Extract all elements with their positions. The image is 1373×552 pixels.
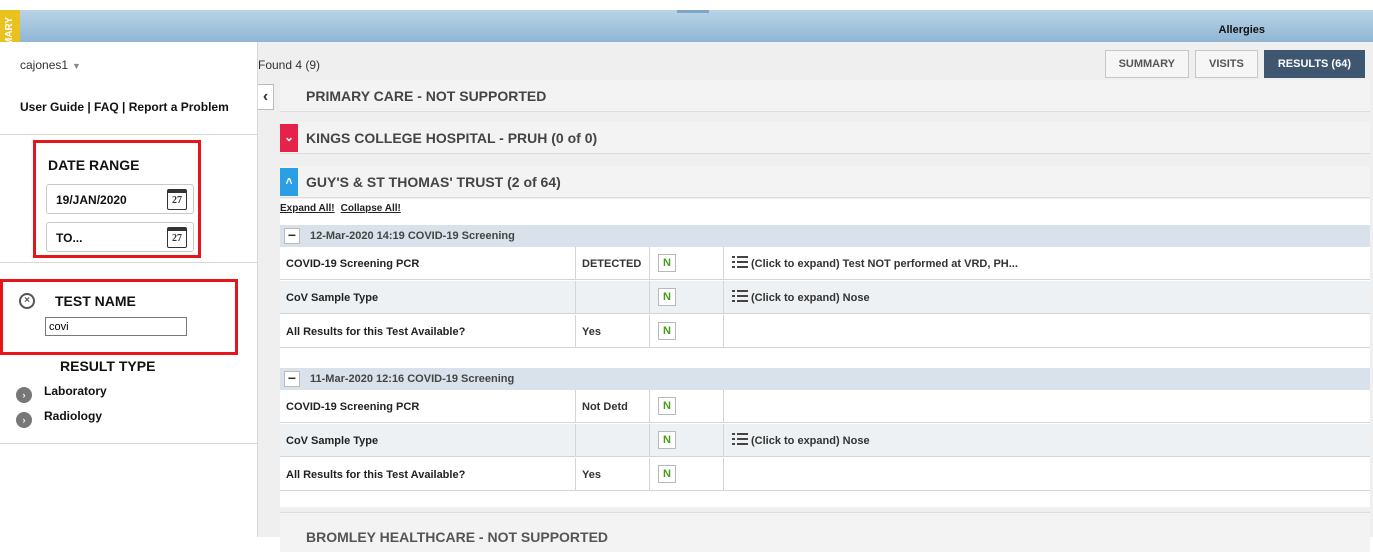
date-range-filter: DATE RANGE 19/JAN/2020 27 TO... 27 [33, 140, 201, 258]
result-type-radiology[interactable]: › Radiology [16, 409, 102, 428]
test-name-filter: × TEST NAME [0, 279, 238, 355]
tab-visits[interactable]: VISITS [1195, 50, 1258, 78]
user-menu[interactable]: cajones1 ▼ [20, 58, 81, 72]
note-cell[interactable]: (Click to expand) Nose [724, 424, 1370, 457]
chevron-down-icon: ▼ [72, 61, 81, 71]
date-to-field[interactable]: TO... 27 [46, 222, 194, 252]
note-cell[interactable]: (Click to expand) Nose [724, 281, 1370, 314]
provider-title: BROMLEY HEALTHCARE - NOT SUPPORTED [306, 529, 609, 545]
tab-results[interactable]: RESULTS (64) [1263, 50, 1365, 78]
note-cell[interactable]: (Click to expand) Test NOT performed at … [724, 247, 1370, 280]
top-separator [677, 10, 709, 13]
test-name-cell: All Results for this Test Available? [280, 458, 576, 491]
note-cell [724, 315, 1370, 348]
result-value-cell [576, 424, 650, 457]
group-title: 12-Mar-2020 14:19 COVID-19 Screening [310, 230, 515, 242]
sidebar: cajones1 ▼ User Guide | FAQ | Report a Pr… [0, 42, 258, 537]
test-name-cell: COVID-19 Screening PCR [280, 390, 576, 423]
top-bar: MARY Allergies [0, 0, 1373, 52]
test-name-input[interactable] [45, 317, 187, 336]
expand-collapse-links: Expand All! Collapse All! [280, 203, 407, 214]
chevron-down-icon[interactable]: ⌄ [280, 124, 298, 152]
date-range-title: DATE RANGE [48, 157, 140, 173]
divider [0, 134, 258, 135]
collapse-group-icon[interactable]: − [284, 371, 300, 387]
test-name-cell: CoV Sample Type [280, 424, 576, 457]
provider-kings-college[interactable]: ⌄ KINGS COLLEGE HOSPITAL - PRUH (0 of 0) [280, 122, 1370, 154]
result-type-title: RESULT TYPE [60, 358, 156, 374]
table-row[interactable]: CoV Sample Type N (Click to expand) Nose [280, 281, 1370, 314]
note-cell [724, 390, 1370, 423]
provider-primary-care: PRIMARY CARE - NOT SUPPORTED [280, 80, 1370, 112]
result-value-cell: Yes [576, 315, 650, 348]
test-name-cell: All Results for this Test Available? [280, 315, 576, 348]
normal-flag-badge: N [658, 322, 676, 340]
date-to-placeholder: TO... [56, 231, 83, 245]
provider-title: GUY'S & ST THOMAS' TRUST (2 of 64) [306, 174, 561, 190]
group-title: 11-Mar-2020 12:16 COVID-19 Screening [310, 373, 515, 385]
flag-cell: N [650, 247, 724, 280]
table-row[interactable]: CoV Sample Type N (Click to expand) Nose [280, 424, 1370, 457]
view-tabs: SUMMARY VISITS RESULTS (64) [1104, 50, 1365, 78]
chevron-up-icon[interactable]: ˄ [280, 168, 298, 196]
allergies-label[interactable]: Allergies [1219, 24, 1265, 36]
flag-cell: N [650, 315, 724, 348]
chevron-right-icon: › [16, 387, 32, 403]
date-from-field[interactable]: 19/JAN/2020 27 [46, 184, 194, 214]
note-text: (Click to expand) Test NOT performed at … [751, 258, 1018, 270]
divider [0, 443, 258, 444]
date-from-value: 19/JAN/2020 [56, 193, 127, 207]
normal-flag-badge: N [658, 465, 676, 483]
username: cajones1 [20, 58, 69, 72]
flag-cell: N [650, 281, 724, 314]
flag-cell: N [650, 424, 724, 457]
result-value-cell [576, 281, 650, 314]
flag-cell: N [650, 458, 724, 491]
found-count: Found 4 (9) [258, 58, 321, 72]
table-row[interactable]: COVID-19 Screening PCR DETECTED N (Click… [280, 247, 1370, 280]
test-name-cell: CoV Sample Type [280, 281, 576, 314]
normal-flag-badge: N [658, 254, 676, 272]
result-value-cell: Yes [576, 458, 650, 491]
provider-title: PRIMARY CARE - NOT SUPPORTED [306, 88, 547, 104]
table-row[interactable]: All Results for this Test Available? Yes… [280, 315, 1370, 348]
result-value-cell: DETECTED [576, 247, 650, 280]
help-links[interactable]: User Guide | FAQ | Report a Problem [20, 100, 229, 114]
collapse-sidebar-button[interactable]: ‹ [258, 84, 274, 110]
result-type-label: Radiology [44, 409, 103, 423]
calendar-icon[interactable]: 27 [167, 227, 187, 248]
provider-title: KINGS COLLEGE HOSPITAL - PRUH (0 of 0) [306, 130, 598, 146]
result-group-header[interactable]: − 12-Mar-2020 14:19 COVID-19 Screening [280, 225, 1370, 247]
normal-flag-badge: N [658, 431, 676, 449]
clear-filter-icon[interactable]: × [19, 293, 35, 309]
note-text: (Click to expand) Nose [751, 435, 870, 447]
result-group-header[interactable]: − 11-Mar-2020 12:16 COVID-19 Screening [280, 368, 1370, 390]
collapse-all-link[interactable]: Collapse All! [341, 203, 401, 214]
result-type-label: Laboratory [44, 384, 107, 398]
list-icon [732, 256, 748, 268]
expand-all-link[interactable]: Expand All! [280, 203, 335, 214]
normal-flag-badge: N [658, 397, 676, 415]
tab-summary[interactable]: SUMMARY [1104, 50, 1190, 78]
collapse-group-icon[interactable]: − [284, 228, 300, 244]
test-name-cell: COVID-19 Screening PCR [280, 247, 576, 280]
list-icon [732, 290, 748, 302]
divider [0, 262, 258, 263]
test-name-title: TEST NAME [55, 293, 136, 309]
table-row[interactable]: COVID-19 Screening PCR Not Detd N [280, 390, 1370, 423]
calendar-icon[interactable]: 27 [167, 189, 187, 210]
result-value-cell: Not Detd [576, 390, 650, 423]
table-row[interactable]: All Results for this Test Available? Yes… [280, 458, 1370, 491]
results-panel: Expand All! Collapse All! − 12-Mar-2020 1… [280, 199, 1370, 507]
provider-bromley: BROMLEY HEALTHCARE - NOT SUPPORTED [280, 512, 1370, 552]
flag-cell: N [650, 390, 724, 423]
provider-guys-st-thomas[interactable]: ˄ GUY'S & ST THOMAS' TRUST (2 of 64) [280, 166, 1370, 198]
normal-flag-badge: N [658, 288, 676, 306]
list-icon [732, 433, 748, 445]
chevron-right-icon: › [16, 412, 32, 428]
note-text: (Click to expand) Nose [751, 292, 870, 304]
note-cell [724, 458, 1370, 491]
result-type-laboratory[interactable]: › Laboratory [16, 384, 107, 403]
